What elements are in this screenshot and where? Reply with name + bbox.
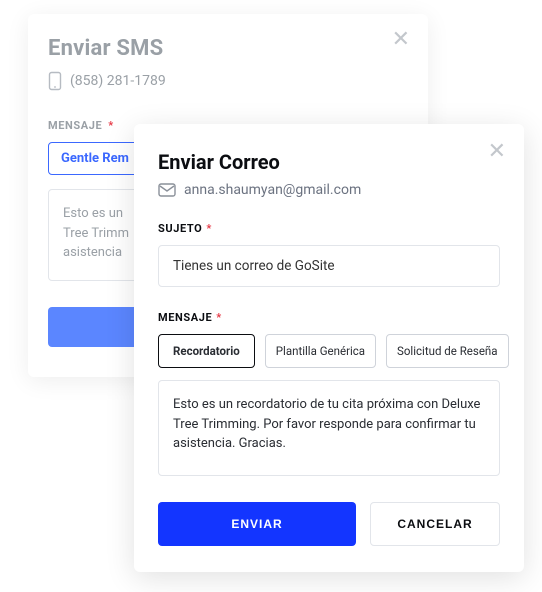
send-button[interactable]: ENVIAR xyxy=(158,502,356,546)
template-recordatorio[interactable]: Recordatorio xyxy=(158,334,255,368)
subject-input[interactable] xyxy=(158,245,500,287)
email-address: anna.shaumyan@gmail.com xyxy=(184,182,361,198)
subject-label: SUJETO* xyxy=(158,222,500,235)
message-textarea[interactable] xyxy=(158,380,500,476)
required-asterisk: * xyxy=(206,222,212,235)
send-email-modal: ✕ Enviar Correo anna.shaumyan@gmail.com … xyxy=(134,124,524,572)
template-generica[interactable]: Plantilla Genérica xyxy=(265,334,376,368)
template-selected[interactable]: Gentle Rem xyxy=(48,142,142,175)
modal-title: Enviar SMS xyxy=(48,36,408,61)
phone-number: (858) 281-1789 xyxy=(70,73,166,89)
required-asterisk: * xyxy=(108,119,114,132)
close-icon[interactable]: ✕ xyxy=(388,24,414,54)
required-asterisk: * xyxy=(216,311,222,324)
cancel-button[interactable]: CANCELAR xyxy=(370,502,500,546)
action-row: ENVIAR CANCELAR xyxy=(158,502,500,546)
close-icon[interactable]: ✕ xyxy=(484,136,510,166)
message-label: MENSAJE* xyxy=(158,311,500,324)
mail-icon xyxy=(158,183,176,197)
modal-title: Enviar Correo xyxy=(158,150,500,174)
template-resena[interactable]: Solicitud de Reseña xyxy=(386,334,509,368)
phone-icon xyxy=(48,71,62,91)
contact-row: (858) 281-1789 xyxy=(48,71,408,91)
contact-row: anna.shaumyan@gmail.com xyxy=(158,182,500,198)
template-row: Recordatorio Plantilla Genérica Solicitu… xyxy=(158,334,500,368)
